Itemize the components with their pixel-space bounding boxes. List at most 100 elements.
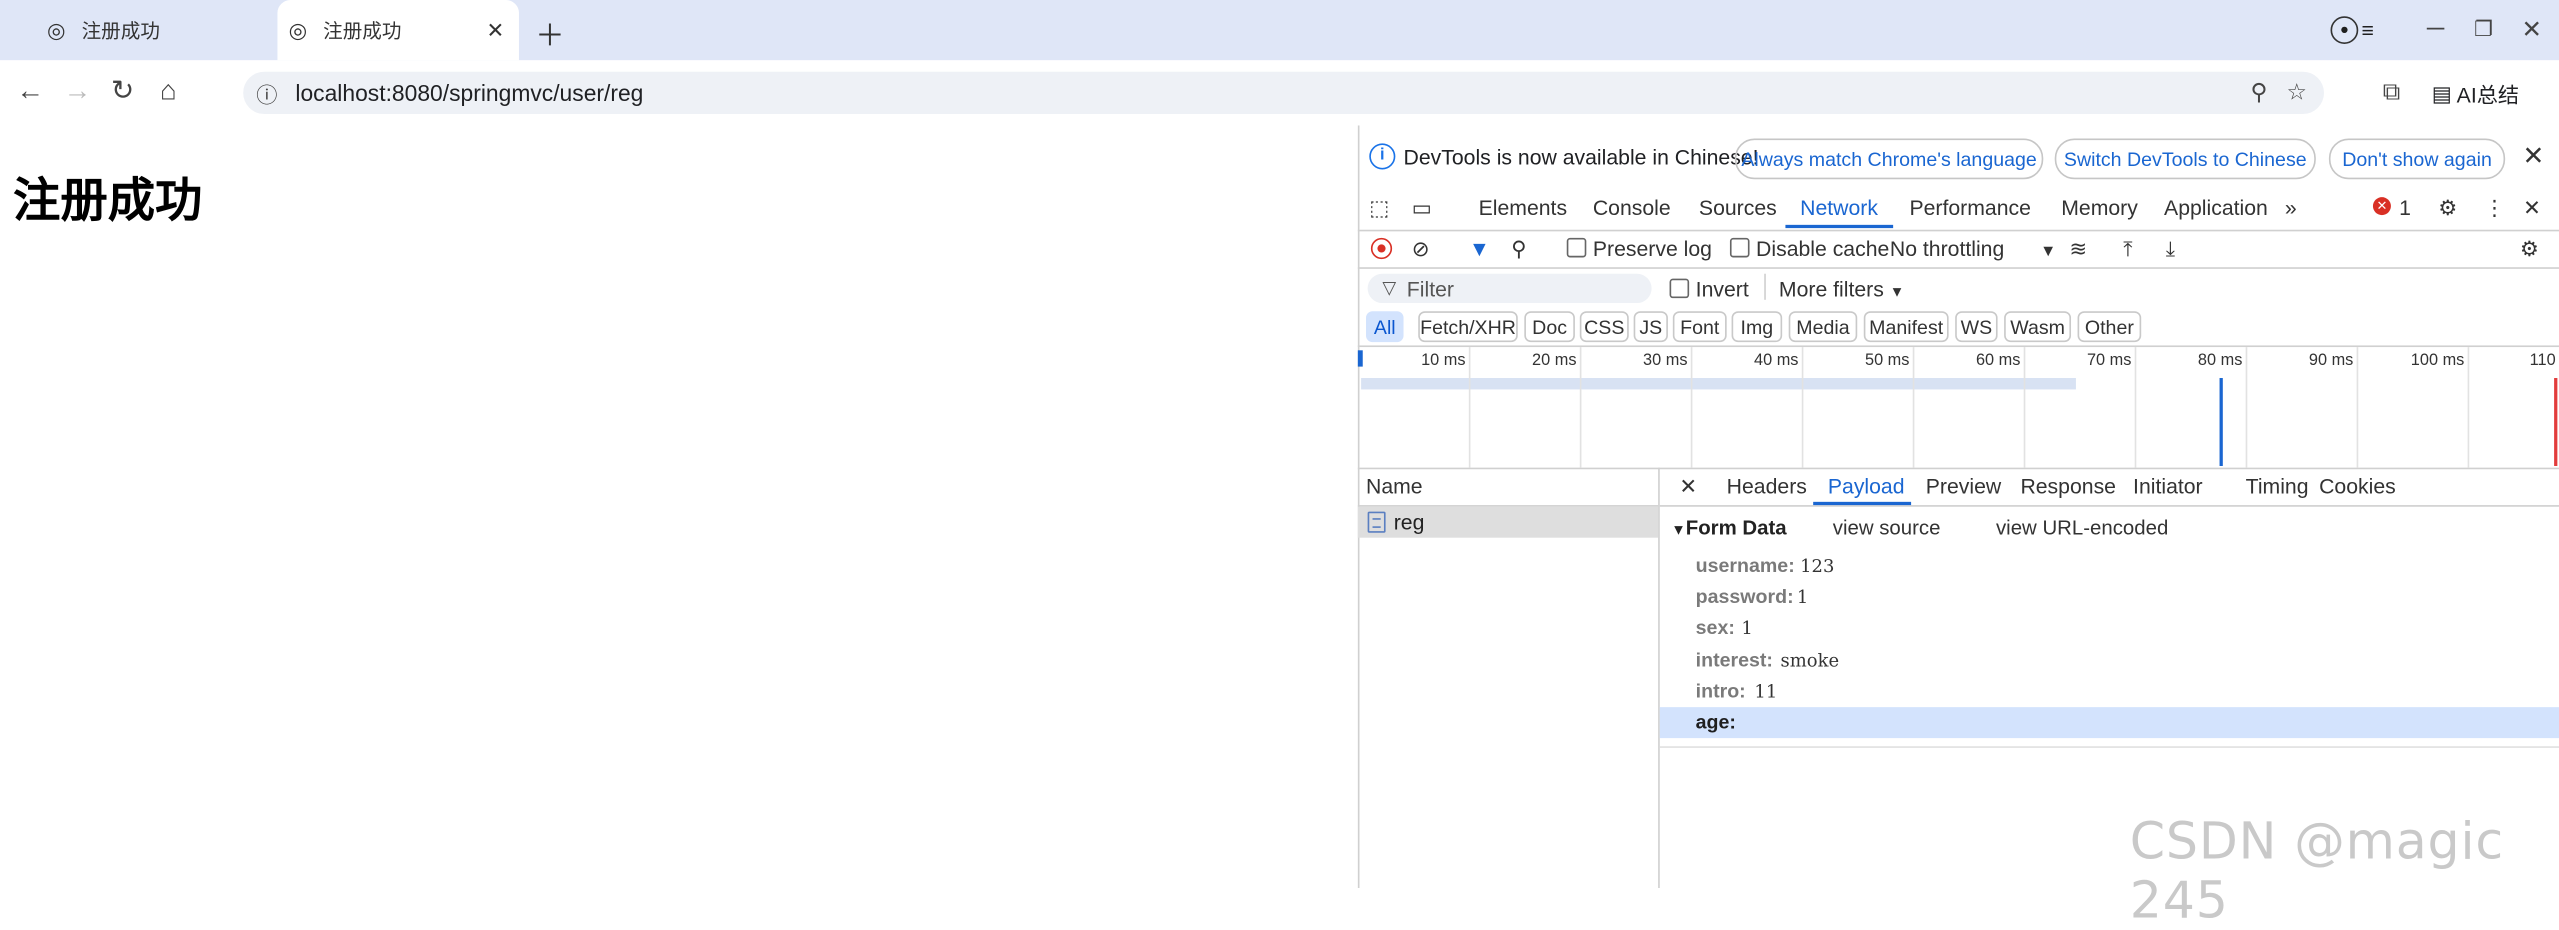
info-icon: i: [1369, 143, 1396, 170]
type-filter-doc[interactable]: Doc: [1524, 311, 1575, 343]
device-toolbar-icon[interactable]: ▭: [1412, 196, 1432, 222]
tab-payload[interactable]: Payload: [1828, 474, 1905, 498]
tab-preview[interactable]: Preview: [1926, 474, 2001, 498]
type-filter-other[interactable]: Other: [2077, 311, 2142, 343]
inspect-element-icon[interactable]: ⬚: [1369, 196, 1389, 222]
timeline-gridline: [2245, 347, 2248, 468]
filter-input[interactable]: ▽ Filter: [1367, 273, 1652, 304]
preserve-log-checkbox[interactable]: Preserve log: [1566, 236, 1712, 261]
ai-icon: ▤: [2431, 80, 2452, 106]
export-har-icon[interactable]: ⤓: [2166, 236, 2175, 262]
minimize-icon[interactable]: ─: [2427, 15, 2444, 43]
address-bar[interactable]: ⓘ localhost:8080/springmvc/user/reg ⚲ ☆: [243, 71, 2324, 115]
import-har-icon[interactable]: ⤒: [2123, 236, 2132, 262]
network-conditions-icon[interactable]: ≋: [2069, 236, 2087, 262]
dont-show-again-button[interactable]: Don't show again: [2328, 138, 2506, 180]
type-filter-wasm[interactable]: Wasm: [2004, 311, 2072, 343]
tab-sources[interactable]: Sources: [1699, 196, 1777, 220]
filter-funnel-icon[interactable]: ▼: [1469, 236, 1490, 260]
network-settings-icon[interactable]: ⚙: [2520, 236, 2539, 262]
disable-cache-checkbox[interactable]: Disable cache: [1729, 236, 1889, 261]
restore-icon[interactable]: ❐: [2474, 16, 2493, 42]
url-text[interactable]: localhost:8080/springmvc/user/reg: [295, 80, 643, 106]
close-detail-icon[interactable]: ✕: [1679, 474, 1697, 500]
throttling-select[interactable]: No throttling ▼: [1890, 236, 2056, 260]
tab-initiator[interactable]: Initiator: [2133, 474, 2203, 498]
timeline-overview-handle[interactable]: [1357, 350, 1363, 367]
close-infobar-icon[interactable]: ✕: [2522, 140, 2544, 173]
home-icon[interactable]: ⌂: [160, 75, 177, 108]
tab-network[interactable]: Network: [1800, 196, 1878, 220]
reload-icon[interactable]: ↻: [111, 75, 134, 108]
extensions-icon[interactable]: ⧉: [2383, 78, 2400, 106]
type-filter-img[interactable]: Img: [1731, 311, 1783, 343]
form-field-row[interactable]: intro: 11: [1660, 676, 2559, 707]
browser-tab-active[interactable]: ◎ 注册成功 ✕: [277, 0, 519, 61]
tab-response[interactable]: Response: [2020, 474, 2116, 498]
tab-performance[interactable]: Performance: [1909, 196, 2030, 220]
forward-icon[interactable]: →: [64, 75, 92, 108]
invert-checkbox[interactable]: Invert: [1669, 277, 1749, 301]
close-tab-icon[interactable]: ✕: [486, 18, 504, 44]
type-filter-manifest[interactable]: Manifest: [1863, 311, 1949, 343]
type-filter-all[interactable]: All: [1366, 311, 1404, 343]
view-url-encoded-link[interactable]: view URL-encoded: [1996, 517, 2168, 540]
error-count[interactable]: 1: [2399, 196, 2411, 220]
close-window-icon[interactable]: ✕: [2521, 15, 2542, 44]
clear-icon[interactable]: ⊘: [1412, 236, 1430, 262]
form-data-section-header[interactable]: ▼Form Data: [1671, 517, 1786, 540]
back-icon[interactable]: ←: [16, 75, 44, 108]
record-icon[interactable]: [1370, 237, 1393, 260]
tab-console[interactable]: Console: [1593, 196, 1671, 220]
network-timeline[interactable]: 10 ms 20 ms 30 ms 40 ms 50 ms 60 ms 70 ms 80 ms…: [1357, 345, 2559, 470]
timeline-gridline: [1579, 347, 1582, 468]
devtools-infobar: i DevTools is now available in Chinese! …: [1358, 130, 2559, 185]
network-toolbar: ⊘ ▼ ⚲ Preserve log Disable cache No thro…: [1357, 231, 2559, 269]
type-filter-ws[interactable]: WS: [1955, 311, 1998, 343]
tab-headers[interactable]: Headers: [1727, 474, 1807, 498]
browser-tab[interactable]: ◎ 注册成功: [36, 0, 274, 60]
type-filter-css[interactable]: CSS: [1579, 311, 1629, 343]
active-tab-indicator: [1785, 224, 1894, 229]
form-field-row[interactable]: interest: smoke: [1660, 645, 2559, 676]
settings-gear-icon[interactable]: ⚙: [2438, 196, 2457, 222]
type-filter-font[interactable]: Font: [1672, 311, 1727, 343]
type-filter-fetch-xhr[interactable]: Fetch/XHR: [1418, 311, 1518, 343]
ai-summary-button[interactable]: ▤ AI总结: [2432, 78, 2519, 109]
tab-application[interactable]: Application: [2164, 196, 2268, 220]
match-language-button[interactable]: Always match Chrome's language: [1734, 138, 2044, 180]
field-value: 1: [1741, 617, 1753, 639]
close-devtools-icon[interactable]: ✕: [2523, 196, 2541, 222]
location-icon[interactable]: ⚲: [2251, 78, 2268, 106]
bookmark-star-icon[interactable]: ☆: [2286, 78, 2307, 106]
site-info-icon[interactable]: ⓘ: [256, 78, 277, 109]
timeline-tick-label: 40 ms: [1754, 351, 1799, 370]
filter-placeholder: Filter: [1406, 276, 1454, 302]
request-list: Name reg: [1357, 467, 1660, 889]
switch-chinese-button[interactable]: Switch DevTools to Chinese: [2054, 138, 2316, 180]
view-source-link[interactable]: view source: [1833, 517, 1941, 540]
form-field-row[interactable]: username: 123: [1660, 551, 2559, 582]
timeline-gridline: [2356, 347, 2359, 468]
more-filters-button[interactable]: More filters ▼: [1779, 277, 1904, 301]
new-tab-button[interactable]: ＋: [535, 13, 564, 55]
timeline-tick-label: 30 ms: [1643, 351, 1688, 370]
type-filter-js[interactable]: JS: [1633, 311, 1668, 343]
request-row[interactable]: reg: [1357, 506, 1659, 538]
form-field-row[interactable]: password: 1: [1660, 582, 2559, 613]
timeline-gridline: [1801, 347, 1804, 468]
name-column-header[interactable]: Name: [1357, 468, 1659, 507]
more-tabs-icon[interactable]: »: [2285, 196, 2297, 220]
profile-button[interactable]: ● ≡: [2330, 11, 2390, 47]
more-options-icon[interactable]: ⋮: [2484, 196, 2505, 222]
document-icon: [1367, 511, 1386, 533]
search-icon[interactable]: ⚲: [1511, 236, 1527, 262]
tab-timing[interactable]: Timing: [2246, 474, 2309, 498]
type-filter-media[interactable]: Media: [1788, 311, 1858, 343]
tab-cookies[interactable]: Cookies: [2319, 474, 2396, 498]
form-field-row-selected[interactable]: age:: [1659, 707, 2559, 739]
watermark-text: CSDN @magic 245: [2129, 813, 2504, 930]
form-field-row[interactable]: sex: 1: [1660, 613, 2559, 644]
tab-elements[interactable]: Elements: [1479, 196, 1567, 220]
tab-memory[interactable]: Memory: [2061, 196, 2138, 220]
